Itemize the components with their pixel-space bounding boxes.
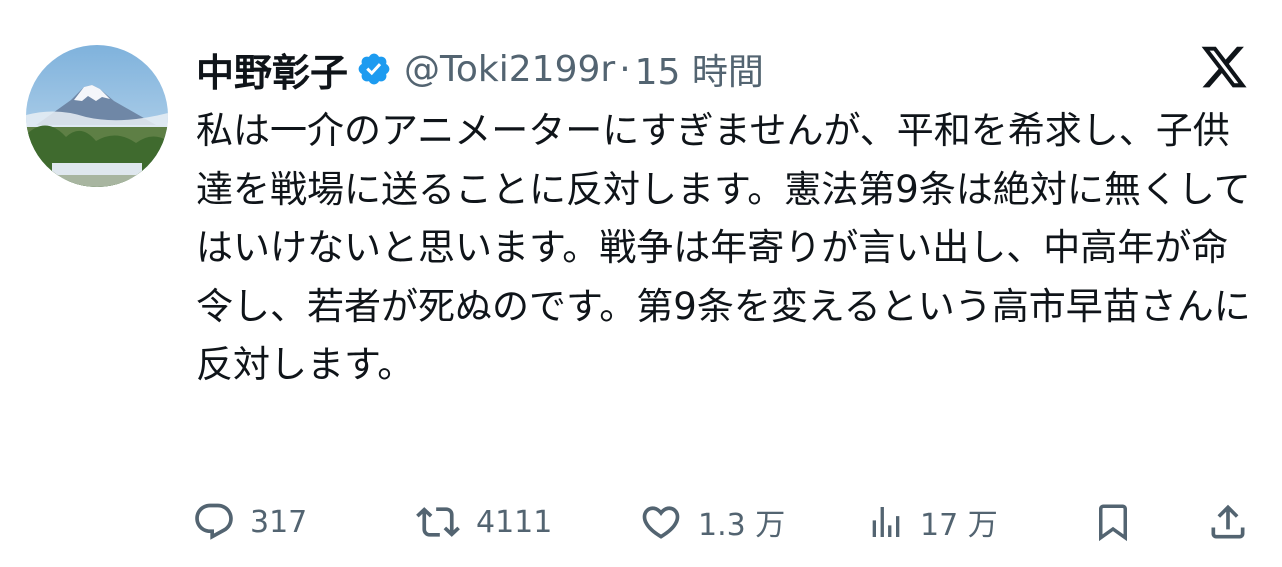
like-button[interactable]: 1.3 万	[638, 490, 785, 554]
bookmark-icon	[1092, 500, 1134, 544]
reply-icon	[192, 500, 236, 544]
views-count: 17 万	[920, 508, 998, 543]
verified-badge-icon	[356, 51, 392, 87]
share-icon	[1206, 500, 1250, 544]
views-button[interactable]: 17 万	[866, 490, 998, 554]
separator-dot: ·	[619, 48, 631, 90]
retweet-button[interactable]: 4111	[414, 490, 552, 554]
x-logo-icon[interactable]	[1198, 42, 1250, 92]
retweet-icon	[414, 500, 462, 544]
tweet-header: 中野彰子 @Toki2199r · 15 時間	[196, 40, 764, 98]
timestamp[interactable]: 15 時間	[635, 43, 764, 95]
views-icon	[866, 500, 906, 544]
display-name[interactable]: 中野彰子	[196, 42, 348, 97]
reply-count: 317	[250, 504, 308, 540]
tweet-card: 中野彰子 @Toki2199r · 15 時間 私は一介のアニメーターにすぎませ…	[0, 0, 1282, 567]
heart-icon	[638, 500, 684, 544]
action-bar: 317 4111 1.3 万 17 万	[0, 490, 1282, 554]
like-count: 1.3 万	[698, 508, 786, 543]
avatar[interactable]	[26, 45, 168, 187]
bookmark-button[interactable]	[1092, 490, 1134, 554]
reply-button[interactable]: 317	[192, 490, 307, 554]
tweet-text: 私は一介のアニメーターにすぎませんが、平和を希求し、子供達を戦場に送ることに反対…	[196, 109, 1251, 386]
avatar-image	[26, 45, 168, 187]
share-button[interactable]	[1206, 490, 1250, 554]
retweet-count: 4111	[476, 504, 553, 540]
user-handle[interactable]: @Toki2199r	[404, 49, 615, 90]
